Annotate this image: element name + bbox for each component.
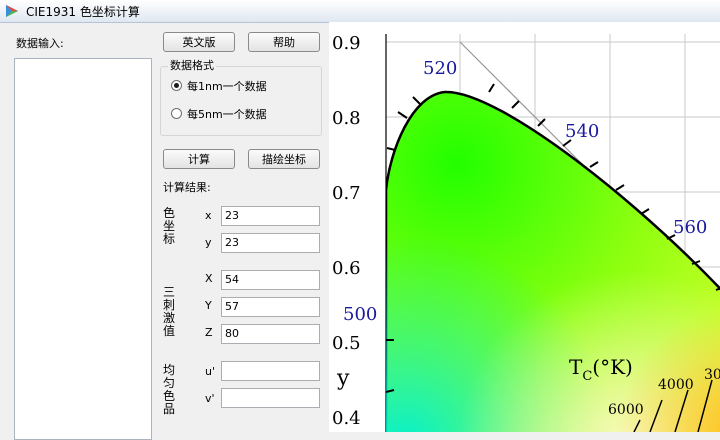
tristimulus-label: 三 刺 激 值 — [162, 286, 176, 338]
plot-coordinates-button[interactable]: 描绘坐标 — [248, 149, 320, 169]
x-value-field[interactable]: 23 — [221, 206, 320, 226]
cct-title-unit: (°K) — [592, 355, 633, 379]
v-value-field[interactable] — [221, 388, 320, 408]
radio-5nm[interactable] — [171, 108, 182, 119]
window-title: CIE1931 色坐标计算 — [26, 5, 140, 19]
results-title: 计算结果: — [163, 181, 211, 194]
cct-title-sub: C — [582, 369, 592, 384]
cct-tick-label: 4000 — [658, 377, 694, 393]
wavelength-label: 560 — [673, 217, 707, 238]
title-bar: CIE1931 色坐标计算 — [0, 0, 720, 23]
y-tick-label: 0.6 — [332, 258, 361, 279]
y-tick-label: 0.9 — [332, 33, 361, 54]
uniform-chroma-label: 均 匀 色 品 — [162, 364, 176, 416]
diagram-svg: 0.9 0.8 0.7 0.6 0.5 0.4 y 520 540 560 50… — [332, 33, 720, 432]
data-input-label: 数据输入: — [16, 37, 64, 50]
app-icon — [6, 5, 18, 17]
Z-label: Z — [205, 326, 213, 339]
tristim-char-4: 值 — [162, 324, 175, 338]
chroma-char-3: 标 — [162, 232, 175, 246]
data-input-textarea[interactable] — [14, 58, 152, 440]
x-label: x — [205, 209, 212, 222]
Y-value-field[interactable]: 57 — [221, 297, 320, 317]
y-label: y — [205, 236, 212, 249]
y-axis-label: y — [336, 366, 350, 391]
u-value-field[interactable] — [221, 361, 320, 381]
y-tick-label: 0.5 — [332, 333, 361, 354]
Z-value-field[interactable]: 80 — [221, 324, 320, 344]
calculate-button[interactable]: 计算 — [163, 149, 235, 169]
english-version-button[interactable]: 英文版 — [163, 32, 235, 52]
wavelength-label: 500 — [343, 304, 377, 325]
format-group — [160, 66, 322, 136]
ucs-char-4: 品 — [162, 402, 175, 416]
radio-1nm[interactable] — [171, 80, 182, 91]
y-tick-label: 0.8 — [332, 108, 361, 129]
cct-tick-label: 6000 — [608, 402, 644, 418]
format-group-title: 数据格式 — [168, 57, 216, 73]
chroma-coord-label: 色 坐 标 — [162, 207, 176, 246]
cct-title-main: T — [569, 355, 583, 379]
help-button[interactable]: 帮助 — [248, 32, 320, 52]
chromaticity-diagram: 0.9 0.8 0.7 0.6 0.5 0.4 y 520 540 560 50… — [329, 22, 720, 432]
Y-label: Y — [205, 299, 212, 312]
y-value-field[interactable]: 23 — [221, 233, 320, 253]
X-label: X — [205, 272, 213, 285]
wavelength-label: 520 — [423, 58, 457, 79]
y-tick-label: 0.7 — [332, 183, 361, 204]
X-value-field[interactable]: 54 — [221, 270, 320, 290]
wavelength-label: 540 — [565, 121, 599, 142]
cct-tick-label: 30 — [704, 367, 720, 383]
u-label: u' — [205, 365, 215, 378]
v-label: v' — [205, 392, 215, 405]
y-tick-label: 0.4 — [332, 408, 361, 429]
radio-5nm-label: 每5nm一个数据 — [187, 108, 267, 121]
radio-1nm-label: 每1nm一个数据 — [187, 80, 267, 93]
radio-selected-dot — [174, 83, 179, 88]
